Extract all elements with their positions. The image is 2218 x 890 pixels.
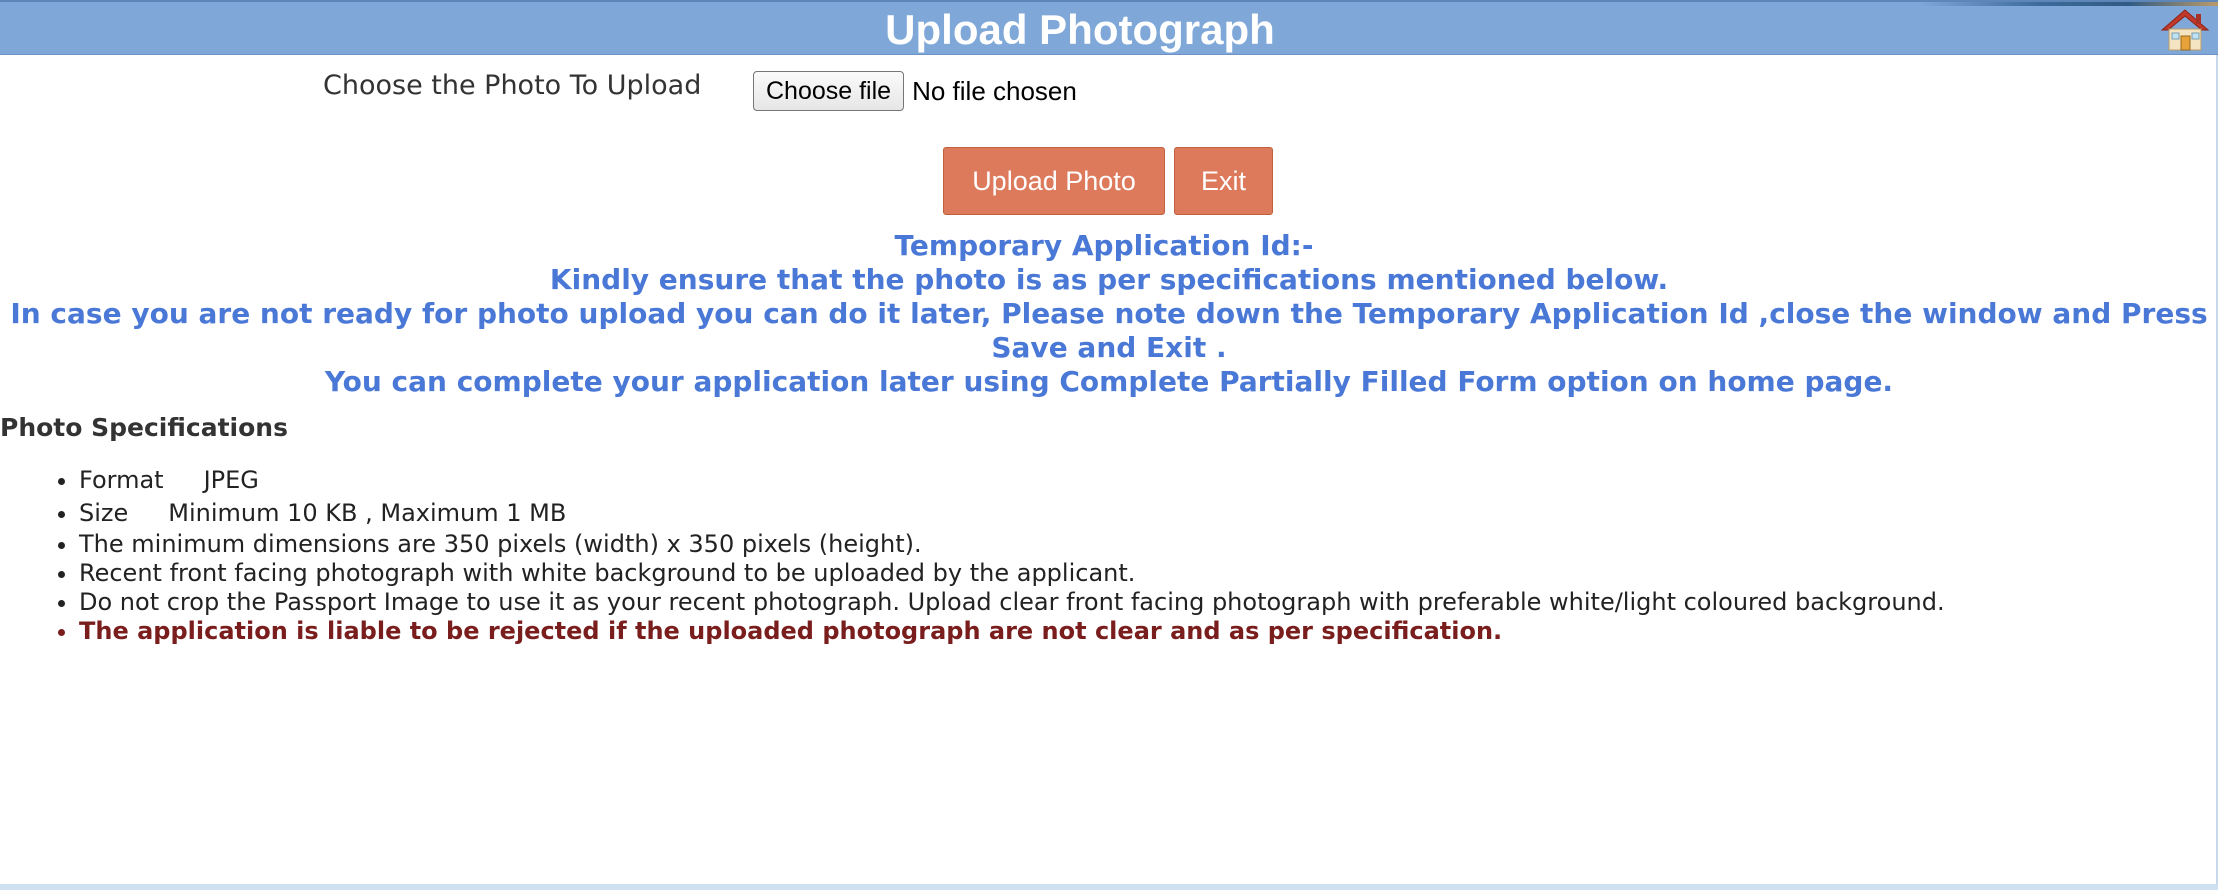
spec-rejection-warning: The application is liable to be rejected… bbox=[79, 617, 2179, 646]
temporary-application-id-label: Temporary Application Id:- bbox=[894, 229, 1314, 262]
spec-dimensions-item: The minimum dimensions are 350 pixels (w… bbox=[79, 530, 2179, 559]
spec-size-key: Size bbox=[79, 499, 129, 527]
file-status-text: No file chosen bbox=[912, 75, 1077, 106]
exit-button[interactable]: Exit bbox=[1174, 147, 1273, 215]
choose-file-button[interactable]: Choose file bbox=[753, 71, 905, 111]
upload-photograph-page: Upload Photograph Choose the Photo To Up… bbox=[0, 0, 2218, 890]
file-chooser: Choose file No file chosen bbox=[753, 70, 1077, 112]
upload-photo-button[interactable]: Upload Photo bbox=[943, 147, 1165, 215]
spec-size-value: Minimum 10 KB , Maximum 1 MB bbox=[168, 499, 567, 527]
photo-specifications-heading: Photo Specifications bbox=[0, 413, 288, 442]
ensure-specifications-message: Kindly ensure that the photo is as per s… bbox=[549, 263, 1669, 296]
home-icon-graphic bbox=[2160, 9, 2210, 51]
upload-photo-label: Choose the Photo To Upload bbox=[323, 70, 702, 101]
page-title: Upload Photograph bbox=[885, 6, 1275, 53]
home-icon[interactable] bbox=[2160, 8, 2210, 52]
complete-later-message: You can complete your application later … bbox=[324, 365, 1894, 398]
spec-format-key: Format bbox=[79, 466, 164, 494]
bottom-divider bbox=[0, 884, 2218, 890]
photo-specifications-list: Format JPEG Size Minimum 10 KB , Maximum 1… bbox=[0, 464, 2179, 646]
spec-format-item: Format JPEG bbox=[79, 464, 2179, 497]
spec-no-crop-item: Do not crop the Passport Image to use it… bbox=[79, 588, 2179, 617]
not-ready-message: In case you are not ready for photo uplo… bbox=[10, 297, 2208, 364]
spec-format-value: JPEG bbox=[203, 466, 259, 494]
spec-size-item: Size Minimum 10 KB , Maximum 1 MB bbox=[79, 497, 2179, 530]
spec-front-facing-item: Recent front facing photograph with whit… bbox=[79, 559, 2179, 588]
temporary-application-id: Temporary Application Id:- bbox=[0, 229, 2218, 263]
header-bar: Upload Photograph bbox=[0, 0, 2218, 55]
